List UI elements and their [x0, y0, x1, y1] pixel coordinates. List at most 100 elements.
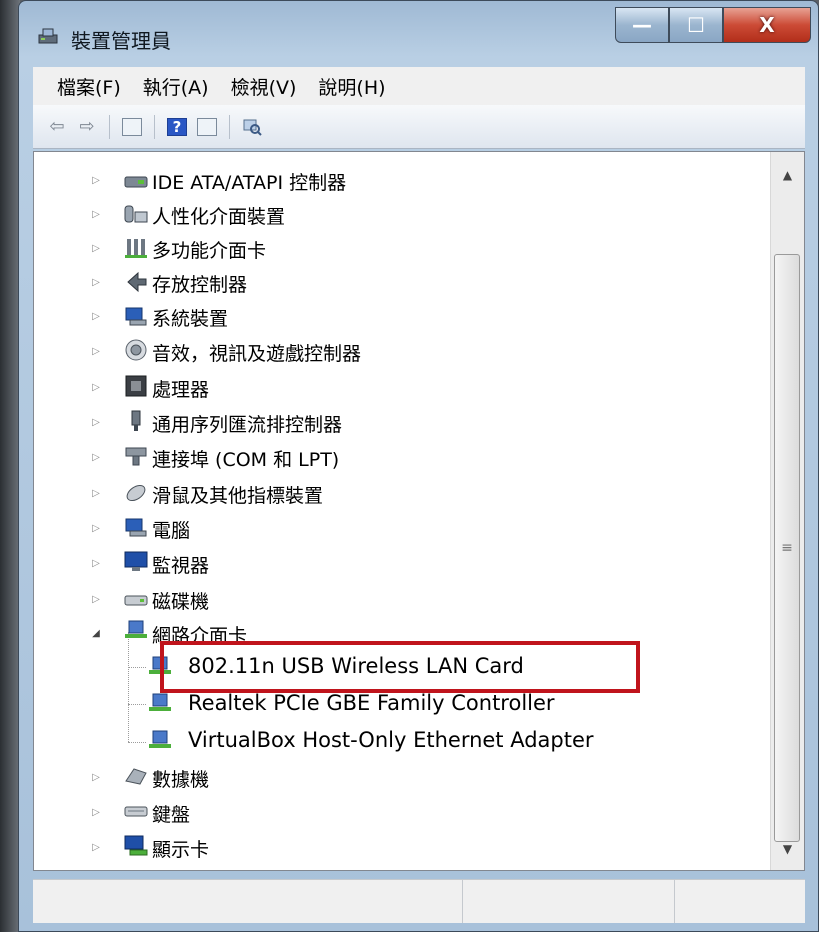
- modem-icon: [125, 768, 147, 785]
- minimize-icon: —: [632, 13, 652, 37]
- tree-node-ide-controller[interactable]: ▷ IDE ATA/ATAPI 控制器: [34, 163, 764, 197]
- multifunction-adapter-icon: [125, 239, 147, 258]
- tree-node-display-adapters[interactable]: ▷ 顯示卡: [34, 830, 764, 864]
- tree-node-system-devices[interactable]: ▷ 系統裝置: [34, 299, 764, 333]
- tree-node-label: 數據機: [152, 769, 210, 791]
- tree-node-hid[interactable]: ▷ 人性化介面裝置: [34, 197, 764, 231]
- status-cell: [463, 880, 675, 923]
- expand-arrow-icon[interactable]: ▷: [90, 593, 102, 605]
- tree-node-label: 通用序列匯流排控制器: [152, 414, 343, 436]
- display-adapter-icon: [124, 835, 148, 856]
- help-icon: ?: [167, 117, 187, 136]
- menu-file[interactable]: 檔案(F): [47, 73, 131, 100]
- menu-view[interactable]: 檢視(V): [221, 73, 307, 100]
- expand-arrow-icon[interactable]: ▷: [90, 174, 102, 186]
- tree-node-modems[interactable]: ▷ 數據機: [34, 760, 764, 794]
- tree-node-label: 監視器: [152, 555, 210, 577]
- tree-child-virtualbox-adapter[interactable]: VirtualBox Host-Only Ethernet Adapter: [34, 725, 764, 759]
- expand-arrow-icon[interactable]: ▷: [90, 242, 102, 254]
- monitor-icon: [124, 551, 148, 571]
- scan-hardware-icon: [243, 119, 262, 136]
- forward-button[interactable]: ⇨: [75, 115, 99, 139]
- tree-node-label: 磁碟機: [152, 591, 210, 613]
- scrollbar-thumb[interactable]: ≡: [774, 254, 800, 842]
- tree-node-processors[interactable]: ▷ 處理器: [34, 370, 764, 404]
- window-title: 裝置管理員: [71, 29, 171, 53]
- expand-arrow-icon[interactable]: ▷: [90, 557, 102, 569]
- system-device-icon: [125, 307, 147, 326]
- device-manager-icon: [38, 28, 58, 44]
- status-cell: [33, 880, 463, 923]
- expand-arrow-icon[interactable]: ▷: [90, 771, 102, 783]
- expand-arrow-icon[interactable]: ▷: [90, 310, 102, 322]
- menu-help[interactable]: 說明(H): [308, 73, 395, 100]
- tree-child-label: VirtualBox Host-Only Ethernet Adapter: [188, 728, 594, 752]
- expand-arrow-icon[interactable]: ▷: [90, 276, 102, 288]
- close-button[interactable]: X: [723, 7, 811, 43]
- toolbar-separator: [154, 114, 155, 139]
- tree-node-label: 連接埠 (COM 和 LPT): [152, 449, 340, 471]
- menu-bar: 檔案(F) 執行(A) 檢視(V) 說明(H): [33, 67, 805, 105]
- ide-controller-icon: [124, 176, 148, 188]
- tree-node-multifunction[interactable]: ▷ 多功能介面卡: [34, 231, 764, 265]
- tree-node-storage-controller[interactable]: ▷ 存放控制器: [34, 265, 764, 299]
- tree-node-label: 多功能介面卡: [152, 240, 267, 262]
- menu-action[interactable]: 執行(A): [133, 73, 219, 100]
- tree-child-realtek-controller[interactable]: Realtek PCIe GBE Family Controller: [34, 688, 764, 722]
- expand-arrow-icon[interactable]: ▷: [90, 451, 102, 463]
- tree-node-mice[interactable]: ▷ 滑鼠及其他指標裝置: [34, 476, 764, 510]
- scroll-up-button[interactable]: ▲: [771, 160, 804, 190]
- tree-node-disk-drives[interactable]: ▷ 磁碟機: [34, 582, 764, 616]
- back-arrow-icon: ⇦: [49, 116, 65, 137]
- tree-node-sound-video-game[interactable]: ▷ 音效，視訊及遊戲控制器: [34, 334, 764, 368]
- maximize-button[interactable]: ☐: [669, 7, 723, 43]
- tree-node-computer[interactable]: ▷ 電腦: [34, 511, 764, 545]
- expand-arrow-icon[interactable]: ▷: [90, 487, 102, 499]
- tree-child-label: Realtek PCIe GBE Family Controller: [188, 691, 555, 715]
- scroll-down-arrow-icon: ▼: [782, 842, 793, 856]
- usb-icon: [131, 410, 141, 431]
- title-bar[interactable]: 裝置管理員 — ☐ X: [19, 1, 818, 65]
- expand-arrow-icon[interactable]: ▷: [90, 522, 102, 534]
- scroll-up-arrow-icon: ▲: [782, 168, 793, 182]
- show-hide-console-tree-button[interactable]: [120, 115, 144, 139]
- help-button[interactable]: ?: [165, 115, 189, 139]
- tree-node-monitors[interactable]: ▷ 監視器: [34, 546, 764, 580]
- tree-node-label: 顯示卡: [152, 839, 210, 861]
- disk-drive-icon: [124, 595, 148, 606]
- tree-node-usb-controllers[interactable]: ▷ 通用序列匯流排控制器: [34, 405, 764, 439]
- expand-arrow-icon[interactable]: ▷: [90, 208, 102, 220]
- grip-icon: ≡: [781, 540, 793, 556]
- tree-node-label: 人性化介面裝置: [152, 206, 286, 228]
- minimize-button[interactable]: —: [615, 7, 669, 43]
- tree-node-label: 處理器: [152, 379, 210, 401]
- tree-node-keyboards[interactable]: ▷ 鍵盤: [34, 795, 764, 829]
- computer-icon: [125, 518, 147, 537]
- maximize-icon: ☐: [687, 13, 705, 37]
- action-pane-button[interactable]: [195, 115, 219, 139]
- tree-node-label: 系統裝置: [152, 308, 229, 330]
- status-cell: [675, 880, 805, 923]
- storage-controller-icon: [127, 271, 147, 293]
- annotation-highlight-box: [160, 641, 640, 693]
- expand-arrow-icon[interactable]: ▷: [90, 416, 102, 428]
- vertical-scrollbar[interactable]: ▲ ≡ ▼: [770, 152, 804, 870]
- expand-arrow-icon[interactable]: ▷: [90, 345, 102, 357]
- expand-arrow-icon[interactable]: ▷: [90, 806, 102, 818]
- collapse-arrow-icon[interactable]: ◢: [90, 627, 102, 639]
- expand-arrow-icon[interactable]: ▷: [90, 841, 102, 853]
- scroll-down-button[interactable]: ▼: [771, 834, 804, 864]
- tree-node-label: 滑鼠及其他指標裝置: [152, 485, 324, 507]
- tree-node-label: 存放控制器: [152, 274, 248, 296]
- status-bar: [33, 879, 805, 923]
- tree-node-label: 電腦: [152, 520, 191, 542]
- scan-hardware-button[interactable]: [240, 115, 264, 139]
- expand-arrow-icon[interactable]: ▷: [90, 381, 102, 393]
- tree-node-ports[interactable]: ▷ 連接埠 (COM 和 LPT): [34, 440, 764, 474]
- tree-node-label: IDE ATA/ATAPI 控制器: [152, 172, 347, 194]
- toolbar-separator: [229, 114, 230, 139]
- back-button[interactable]: ⇦: [45, 115, 69, 139]
- toolbar-separator: [109, 114, 110, 139]
- sound-icon: [125, 339, 147, 361]
- hid-icon: [124, 205, 148, 223]
